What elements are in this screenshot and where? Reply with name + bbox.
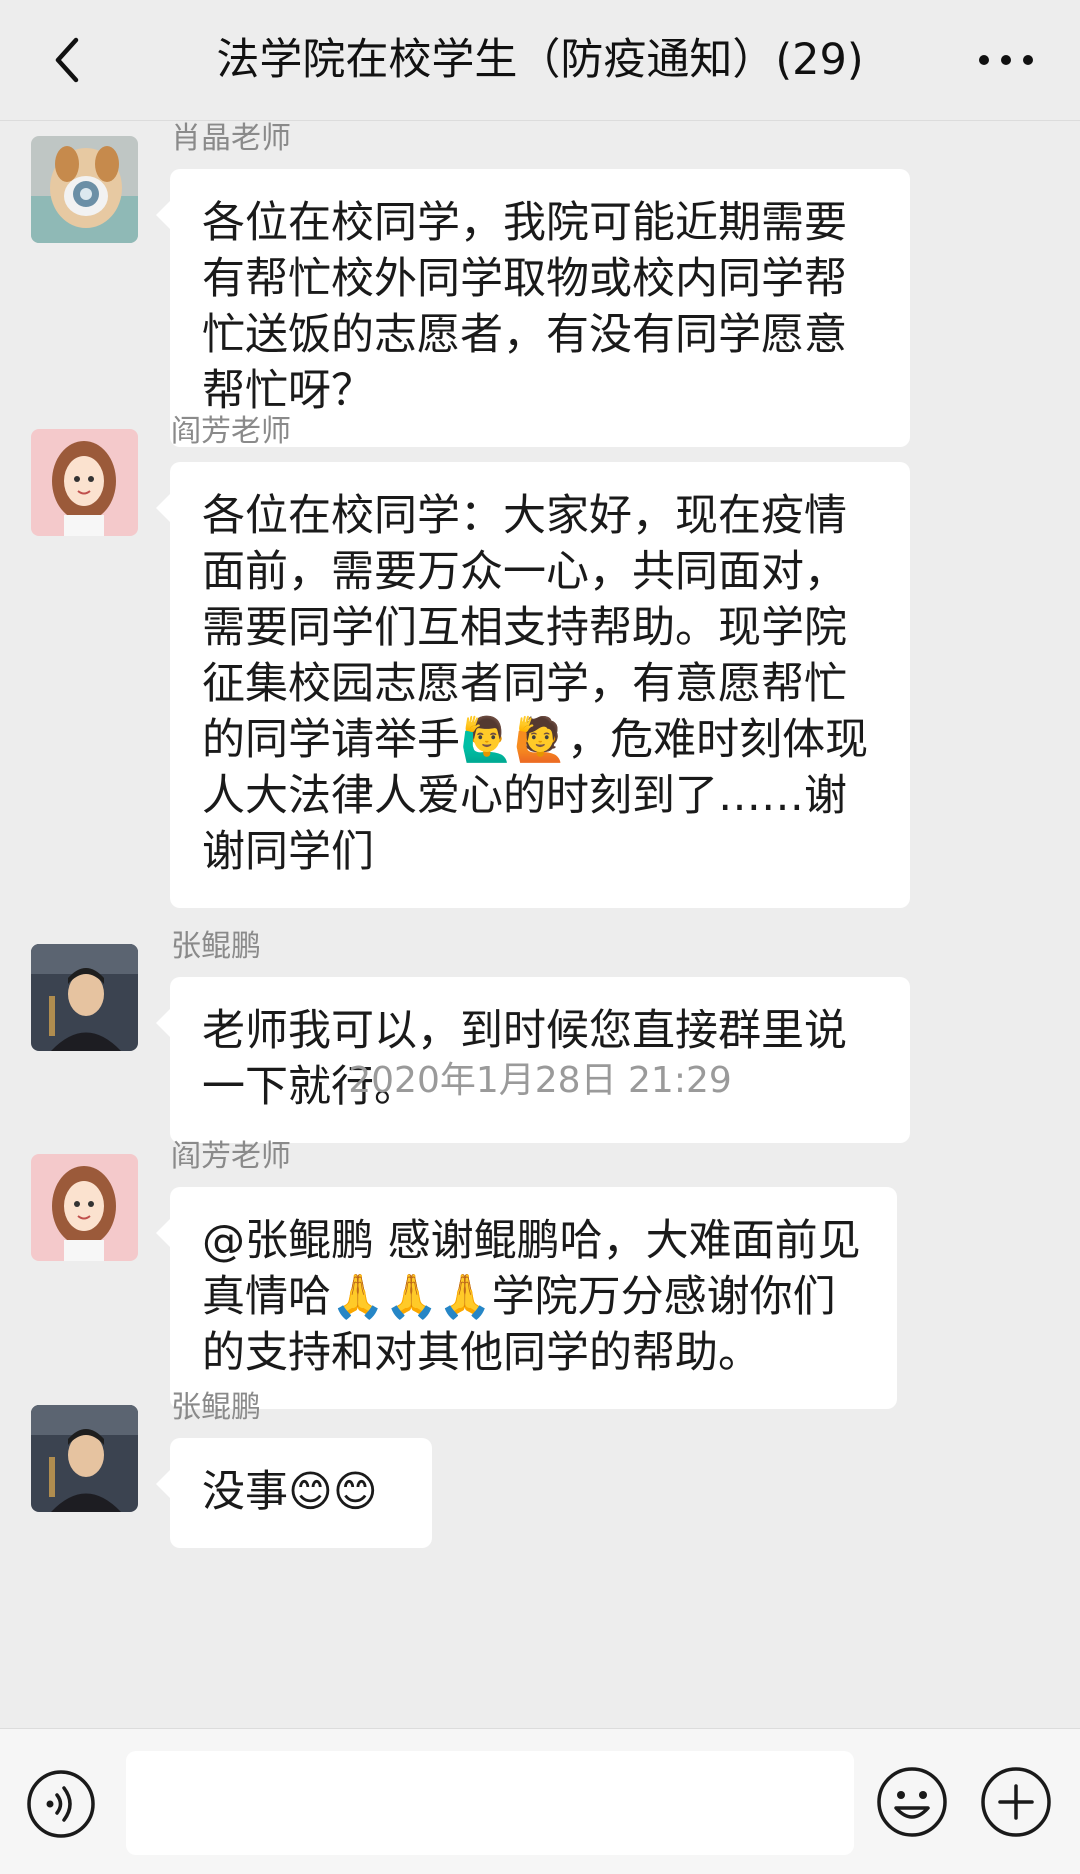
voice-icon[interactable]: [26, 1769, 96, 1839]
message-bubble[interactable]: 各位在校同学，我院可能近期需要有帮忙校外同学取物或校内同学帮忙送饭的志愿者，有没…: [156, 169, 910, 447]
chat-input-bar: [0, 1728, 1080, 1874]
sender-name: 阎芳老师: [171, 414, 291, 449]
avatar[interactable]: [31, 429, 138, 536]
back-chevron-icon[interactable]: [40, 30, 100, 90]
avatar[interactable]: [31, 1405, 138, 1512]
message-bubble[interactable]: 没事😊😊: [156, 1438, 432, 1548]
message-input[interactable]: [126, 1751, 854, 1855]
more-dots-icon[interactable]: [970, 30, 1042, 90]
sender-name: 张鲲鹏: [171, 1390, 261, 1425]
chat-header: 法学院在校学生（防疫通知）(29): [0, 0, 1080, 121]
chat-timestamp: 2020年1月28日 21:29: [348, 1060, 732, 1101]
message-bubble[interactable]: @张鲲鹏 感谢鲲鹏哈，大难面前见真情哈🙏🙏🙏学院万分感谢你们的支持和对其他同学的…: [156, 1187, 897, 1409]
emoji-smiley-icon[interactable]: [876, 1766, 948, 1838]
chat-message-list[interactable]: 肖晶老师 各位在校同学，我院可能近期需要有帮忙校外同学取物或校内同学帮忙送饭的志…: [0, 121, 1080, 1728]
avatar[interactable]: [31, 1154, 138, 1261]
sender-name: 张鲲鹏: [171, 929, 261, 964]
sender-name: 肖晶老师: [171, 121, 291, 156]
chat-title: 法学院在校学生（防疫通知）(29): [216, 35, 864, 85]
message-bubble[interactable]: 各位在校同学：大家好，现在疫情面前，需要万众一心，共同面对，需要同学们互相支持帮…: [156, 462, 910, 908]
sender-name: 阎芳老师: [171, 1139, 291, 1174]
avatar[interactable]: [31, 136, 138, 243]
plus-icon[interactable]: [980, 1766, 1052, 1838]
avatar[interactable]: [31, 944, 138, 1051]
